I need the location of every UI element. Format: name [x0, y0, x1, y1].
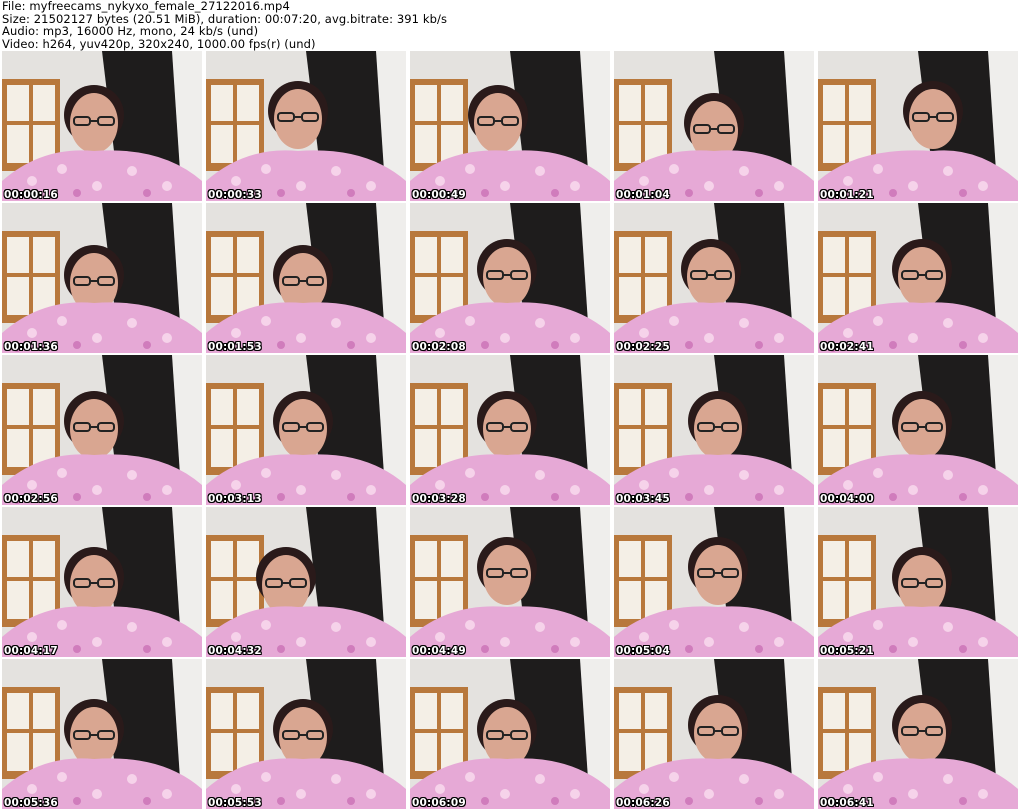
- video-thumbnail: 00:03:28: [410, 355, 610, 505]
- video-thumbnail: 00:04:00: [818, 355, 1018, 505]
- video-frame-image: [410, 507, 610, 657]
- video-frame-image: [818, 659, 1018, 809]
- video-thumbnail: 00:04:49: [410, 507, 610, 657]
- video-thumbnail: 00:04:32: [206, 507, 406, 657]
- video-frame-image: [206, 355, 406, 505]
- video-thumbnail: 00:02:08: [410, 203, 610, 353]
- thumbnail-timestamp: 00:05:36: [4, 797, 58, 809]
- thumbnail-timestamp: 00:04:00: [820, 493, 874, 505]
- thumbnail-timestamp: 00:03:45: [616, 493, 670, 505]
- thumbnail-timestamp: 00:02:25: [616, 341, 670, 353]
- video-frame-image: [206, 51, 406, 201]
- video-info-line: Video: h264, yuv420p, 320x240, 1000.00 f…: [2, 36, 316, 51]
- thumbnail-timestamp: 00:04:32: [208, 645, 262, 657]
- thumbnail-timestamp: 00:00:33: [208, 189, 262, 201]
- video-thumbnail: 00:05:21: [818, 507, 1018, 657]
- video-frame-image: [410, 659, 610, 809]
- video-frame-image: [206, 659, 406, 809]
- video-frame-image: [206, 203, 406, 353]
- file-info-header: File: myfreecams_nykyxo_female_27122016.…: [2, 0, 1022, 51]
- thumbnail-timestamp: 00:06:41: [820, 797, 874, 809]
- video-thumbnail: 00:00:33: [206, 51, 406, 201]
- thumbnail-timestamp: 00:03:13: [208, 493, 262, 505]
- video-frame-image: [614, 659, 814, 809]
- video-thumbnail: 00:02:25: [614, 203, 814, 353]
- thumbnail-timestamp: 00:05:21: [820, 645, 874, 657]
- video-frame-image: [614, 203, 814, 353]
- video-frame-image: [818, 507, 1018, 657]
- video-frame-image: [614, 355, 814, 505]
- thumbnail-timestamp: 00:06:26: [616, 797, 670, 809]
- video-frame-image: [410, 51, 610, 201]
- video-thumbnail: 00:05:36: [2, 659, 202, 809]
- video-thumbnail: 00:01:04: [614, 51, 814, 201]
- thumbnail-timestamp: 00:00:49: [412, 189, 466, 201]
- video-frame-image: [2, 507, 202, 657]
- thumbnail-timestamp: 00:02:41: [820, 341, 874, 353]
- thumbnail-timestamp: 00:01:04: [616, 189, 670, 201]
- video-thumbnail: 00:03:45: [614, 355, 814, 505]
- video-thumbnail: 00:01:21: [818, 51, 1018, 201]
- audio-info-line: Audio: mp3, 16000 Hz, mono, 24 kb/s (und…: [2, 24, 259, 38]
- thumbnail-timestamp: 00:04:49: [412, 645, 466, 657]
- video-thumbnail: 00:00:49: [410, 51, 610, 201]
- video-thumbnail: 00:02:56: [2, 355, 202, 505]
- thumbnail-timestamp: 00:01:53: [208, 341, 262, 353]
- video-thumbnail: 00:00:16: [2, 51, 202, 201]
- video-frame-image: [2, 355, 202, 505]
- video-frame-image: [410, 355, 610, 505]
- video-frame-image: [818, 51, 1018, 201]
- video-frame-image: [818, 355, 1018, 505]
- thumbnail-timestamp: 00:04:17: [4, 645, 58, 657]
- thumbnail-grid: 00:00:16 00:00:33 00:00:49 00:01:04 00:01:21…: [2, 51, 1024, 811]
- video-thumbnail: 00:04:17: [2, 507, 202, 657]
- thumbnail-timestamp: 00:01:21: [820, 189, 874, 201]
- video-thumbnail: 00:05:53: [206, 659, 406, 809]
- video-thumbnail: 00:01:36: [2, 203, 202, 353]
- video-frame-image: [614, 507, 814, 657]
- video-frame-image: [2, 51, 202, 201]
- thumbnail-timestamp: 00:05:53: [208, 797, 262, 809]
- thumbnail-timestamp: 00:01:36: [4, 341, 58, 353]
- thumbnail-timestamp: 00:00:16: [4, 189, 58, 201]
- video-thumbnail: 00:06:41: [818, 659, 1018, 809]
- video-frame-image: [614, 51, 814, 201]
- video-thumbnail: 00:06:09: [410, 659, 610, 809]
- video-frame-image: [818, 203, 1018, 353]
- video-frame-image: [206, 507, 406, 657]
- thumbnail-timestamp: 00:06:09: [412, 797, 466, 809]
- video-frame-image: [2, 659, 202, 809]
- video-thumbnail: 00:06:26: [614, 659, 814, 809]
- thumbnail-timestamp: 00:02:56: [4, 493, 58, 505]
- video-frame-image: [410, 203, 610, 353]
- video-frame-image: [2, 203, 202, 353]
- thumbnail-timestamp: 00:05:04: [616, 645, 670, 657]
- video-thumbnail: 00:03:13: [206, 355, 406, 505]
- video-thumbnail: 00:01:53: [206, 203, 406, 353]
- thumbnail-timestamp: 00:03:28: [412, 493, 466, 505]
- file-name-line: File: myfreecams_nykyxo_female_27122016.…: [2, 0, 290, 13]
- video-thumbnail: 00:05:04: [614, 507, 814, 657]
- video-thumbnail: 00:02:41: [818, 203, 1018, 353]
- thumbnail-timestamp: 00:02:08: [412, 341, 466, 353]
